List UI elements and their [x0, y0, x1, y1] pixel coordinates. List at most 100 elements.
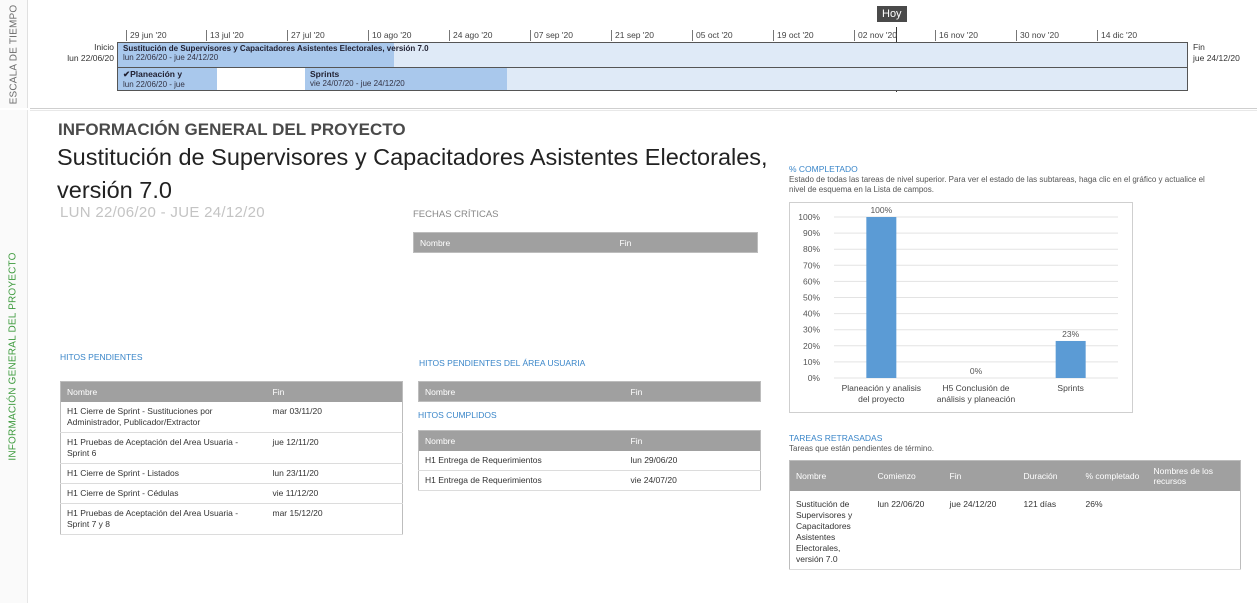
planning-bar-dates: lun 22/06/20 - jue: [123, 80, 185, 89]
timeline-tick: 05 oct '20: [692, 30, 733, 41]
critical-dates-table[interactable]: Nombre Fin: [413, 232, 758, 253]
table-header-row: Nombre Fin: [418, 381, 761, 402]
table-header-row: Nombre Fin: [418, 430, 761, 451]
chart-y-tick-label: 100%: [798, 212, 820, 222]
column-header: Nombre: [418, 430, 625, 451]
user-area-milestones-table[interactable]: Nombre Fin: [418, 381, 761, 402]
column-header: Nombre: [789, 460, 872, 491]
timeline-tick: 10 ago '20: [368, 30, 411, 41]
critical-dates-heading: FECHAS CRÍTICAS: [413, 209, 499, 220]
column-header: Nombres de los recursos: [1147, 460, 1241, 491]
milestone-name: H1 Entrega de Requerimientos: [418, 450, 625, 471]
chart-x-tick-label: análisis y planeación: [937, 394, 1016, 404]
section-title: INFORMACIÓN GENERAL DEL PROYECTO: [58, 120, 406, 139]
project-summary-bar[interactable]: Sustitución de Supervisores y Capacitado…: [118, 43, 429, 67]
chart-x-tick-label: Sprints: [1057, 383, 1083, 393]
project-bar-title: Sustitución de Supervisores y Capacitado…: [123, 44, 429, 53]
table-row[interactable]: H1 Cierre de Sprint - Sustituciones por …: [60, 401, 403, 433]
timeline-side-label: ESCALA DE TIEMPO: [0, 0, 28, 108]
timeline-start: Inicio lun 22/06/20: [58, 42, 114, 64]
today-badge: Hoy: [877, 6, 907, 22]
table-header-row: Nombre Fin: [60, 381, 403, 402]
timeline-tick: 07 sep '20: [530, 30, 573, 41]
timeline-tick: 14 dic '20: [1097, 30, 1137, 41]
task-end: jue 24/12/20: [943, 490, 1018, 570]
column-header: Nombre: [413, 232, 614, 253]
column-header: Duración: [1017, 460, 1080, 491]
milestone-end: vie 24/07/20: [624, 470, 761, 491]
chart-y-tick-label: 10%: [803, 357, 820, 367]
timeline-tick: 13 jul '20: [206, 30, 244, 41]
chart-y-tick-label: 90%: [803, 228, 820, 238]
percent-complete-chart[interactable]: 0% 10% 20% 30% 40% 50% 60% 70% 80% 90% 100% 100% Pla…: [789, 202, 1133, 413]
late-tasks-table[interactable]: Nombre Comienzo Fin Duración % completad…: [789, 460, 1241, 570]
timeline[interactable]: Hoy 29 jun '20 13 jul '20 27 jul '20 10 …: [30, 0, 1257, 108]
sprints-bar-dates: vie 24/07/20 - jue 24/12/20: [310, 79, 405, 88]
project-dates: LUN 22/06/20 - JUE 24/12/20: [60, 204, 265, 221]
sprints-task-bar[interactable]: Sprints vie 24/07/20 - jue 24/12/20: [305, 68, 507, 90]
timeline-end: Fin jue 24/12/20: [1193, 42, 1240, 64]
chart-y-tick-label: 70%: [803, 260, 820, 270]
chart-bar: [866, 217, 897, 378]
chart-data-label: 100%: [870, 205, 892, 215]
table-row[interactable]: H1 Entrega de Requerimientos vie 24/07/2…: [418, 470, 761, 491]
timeline-tick: 21 sep '20: [611, 30, 654, 41]
milestone-end: mar 03/11/20: [266, 401, 403, 433]
column-header: % completado: [1079, 460, 1148, 491]
chart-svg: 0% 10% 20% 30% 40% 50% 60% 70% 80% 90% 100% 100% Pla…: [798, 205, 1118, 404]
table-row[interactable]: H1 Pruebas de Aceptación del Area Usuari…: [60, 503, 403, 535]
late-tasks-description: Tareas que están pendientes de término.: [789, 444, 934, 453]
milestone-name: H1 Cierre de Sprint - Sustituciones por …: [60, 401, 267, 433]
timeline-splitter[interactable]: [30, 108, 1257, 111]
chart-y-tick-label: 60%: [803, 276, 820, 286]
milestone-end: jue 12/11/20: [266, 432, 403, 464]
timeline-tick: 16 nov '20: [935, 30, 978, 41]
chart-y-tick-label: 40%: [803, 309, 820, 319]
timeline-bar-area: Sustitución de Supervisores y Capacitado…: [117, 42, 1188, 91]
info-side-label: INFORMACIÓN GENERAL DEL PROYECTO: [0, 110, 28, 603]
table-header-row: Nombre Fin: [413, 232, 758, 253]
table-row[interactable]: H1 Cierre de Sprint - Cédulas vie 11/12/…: [60, 483, 403, 504]
column-header: Fin: [624, 430, 761, 451]
task-duration: 121 días: [1017, 490, 1080, 570]
timeline-tick: 29 jun '20: [126, 30, 167, 41]
column-header: Nombre: [418, 381, 625, 402]
table-header-row: Nombre Comienzo Fin Duración % completad…: [789, 460, 1241, 491]
timeline-tick: 27 jul '20: [287, 30, 325, 41]
table-row[interactable]: Sustitución de Supervisores y Capacitado…: [789, 490, 1241, 570]
timeline-tick: 02 nov '20: [854, 30, 897, 41]
milestone-name: H1 Entrega de Requerimientos: [418, 470, 625, 491]
project-title: Sustitución de Supervisores y Capacitado…: [57, 144, 768, 203]
completed-milestones-table[interactable]: Nombre Fin H1 Entrega de Requerimientos …: [418, 430, 761, 491]
timeline-tick: 24 ago '20: [449, 30, 492, 41]
table-row[interactable]: H1 Cierre de Sprint - Listados lun 23/11…: [60, 463, 403, 484]
planning-task-bar[interactable]: ✔Planeación y lun 22/06/20 - jue: [118, 68, 217, 90]
late-tasks-heading: TAREAS RETRASADAS: [789, 433, 883, 443]
chart-x-tick-label: H5 Conclusión de: [942, 383, 1009, 393]
planning-bar-title: ✔Planeación y: [123, 69, 183, 79]
column-header: Fin: [943, 460, 1018, 491]
pending-milestones-table[interactable]: Nombre Fin H1 Cierre de Sprint - Sustitu…: [60, 381, 403, 535]
chart-y-tick-label: 0%: [808, 373, 821, 383]
milestone-name: H1 Cierre de Sprint - Cédulas: [60, 483, 267, 504]
sprints-bar-title: Sprints: [310, 69, 340, 79]
chart-bar: [1055, 340, 1086, 378]
project-bar-dates: lun 22/06/20 - jue 24/12/20: [123, 53, 219, 62]
milestone-end: lun 29/06/20: [624, 450, 761, 471]
task-name: Sustitución de Supervisores y Capacitado…: [789, 490, 872, 570]
chart-data-label: 23%: [1062, 329, 1079, 339]
bar-gap: [217, 68, 305, 90]
milestone-name: H1 Cierre de Sprint - Listados: [60, 463, 267, 484]
percent-complete-description: Estado de todas las tareas de nivel supe…: [789, 175, 1205, 194]
task-start: lun 22/06/20: [871, 490, 944, 570]
table-row[interactable]: H1 Entrega de Requerimientos lun 29/06/2…: [418, 450, 761, 471]
timeline-tick: 30 nov '20: [1016, 30, 1059, 41]
table-row[interactable]: H1 Pruebas de Aceptación del Area Usuari…: [60, 432, 403, 464]
column-header: Comienzo: [871, 460, 944, 491]
milestone-end: mar 15/12/20: [266, 503, 403, 535]
column-header: Nombre: [60, 381, 267, 402]
column-header: Fin: [613, 232, 758, 253]
chart-x-tick-label: del proyecto: [858, 394, 905, 404]
info-side-label-text: INFORMACIÓN GENERAL DEL PROYECTO: [8, 252, 20, 461]
completed-milestones-heading: HITOS CUMPLIDOS: [418, 410, 497, 420]
